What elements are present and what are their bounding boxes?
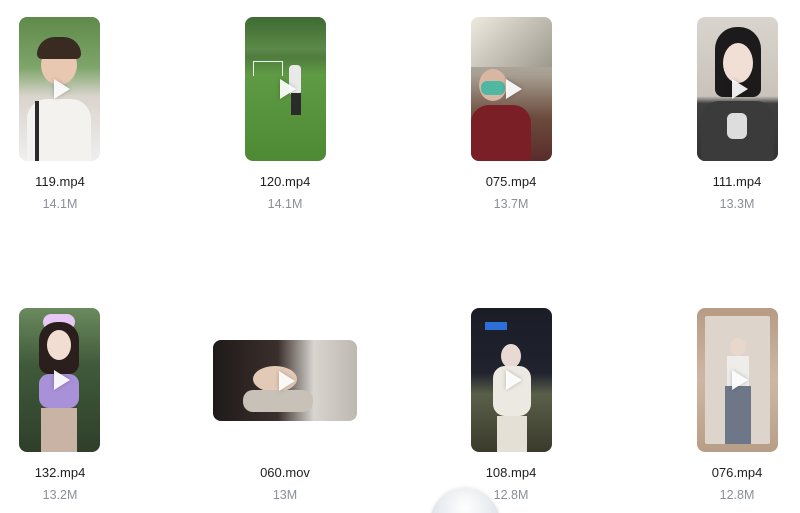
play-icon [505, 370, 522, 390]
play-icon [279, 79, 296, 99]
file-size: 12.8M [719, 488, 755, 502]
play-icon [53, 370, 70, 390]
file-size: 13M [272, 488, 298, 502]
file-name: 060.mov [260, 465, 310, 480]
file-size: 13.2M [42, 488, 78, 502]
file-name: 120.mp4 [259, 174, 311, 189]
video-thumbnail[interactable] [471, 17, 552, 161]
file-name: 119.mp4 [35, 174, 85, 189]
play-icon [731, 79, 748, 99]
file-tile-119[interactable]: 119.mp4 14.1M [0, 17, 160, 217]
file-grid: 119.mp4 14.1M 120.mp4 14.1M 075.mp4 13.7… [0, 0, 800, 513]
file-size: 13.3M [719, 197, 755, 211]
file-tile-076[interactable]: 076.mp4 12.8M [637, 308, 800, 508]
play-icon [279, 370, 295, 391]
file-size: 14.1M [267, 197, 303, 211]
file-size: 14.1M [42, 197, 78, 211]
file-name: 108.mp4 [485, 465, 537, 480]
file-tile-120[interactable]: 120.mp4 14.1M [185, 17, 385, 217]
play-icon [505, 79, 522, 99]
video-thumbnail[interactable] [245, 17, 326, 161]
file-tile-132[interactable]: 132.mp4 13.2M [0, 308, 160, 508]
video-thumbnail[interactable] [697, 17, 778, 161]
file-name: 132.mp4 [34, 465, 86, 480]
file-tile-060[interactable]: 060.mov 13M [185, 308, 385, 508]
video-thumbnail[interactable] [471, 308, 552, 452]
file-tile-108[interactable]: 108.mp4 12.8M [411, 308, 611, 508]
file-tile-111[interactable]: 111.mp4 13.3M [637, 17, 800, 217]
play-icon [731, 370, 748, 390]
file-name: 111.mp4 [712, 174, 762, 189]
video-thumbnail[interactable] [697, 308, 778, 452]
file-tile-075[interactable]: 075.mp4 13.7M [411, 17, 611, 217]
play-icon [53, 79, 70, 99]
video-thumbnail[interactable] [19, 308, 100, 452]
video-thumbnail[interactable] [213, 340, 357, 421]
file-size: 13.7M [493, 197, 529, 211]
file-name: 075.mp4 [485, 174, 537, 189]
video-thumbnail[interactable] [19, 17, 100, 161]
file-name: 076.mp4 [711, 465, 763, 480]
